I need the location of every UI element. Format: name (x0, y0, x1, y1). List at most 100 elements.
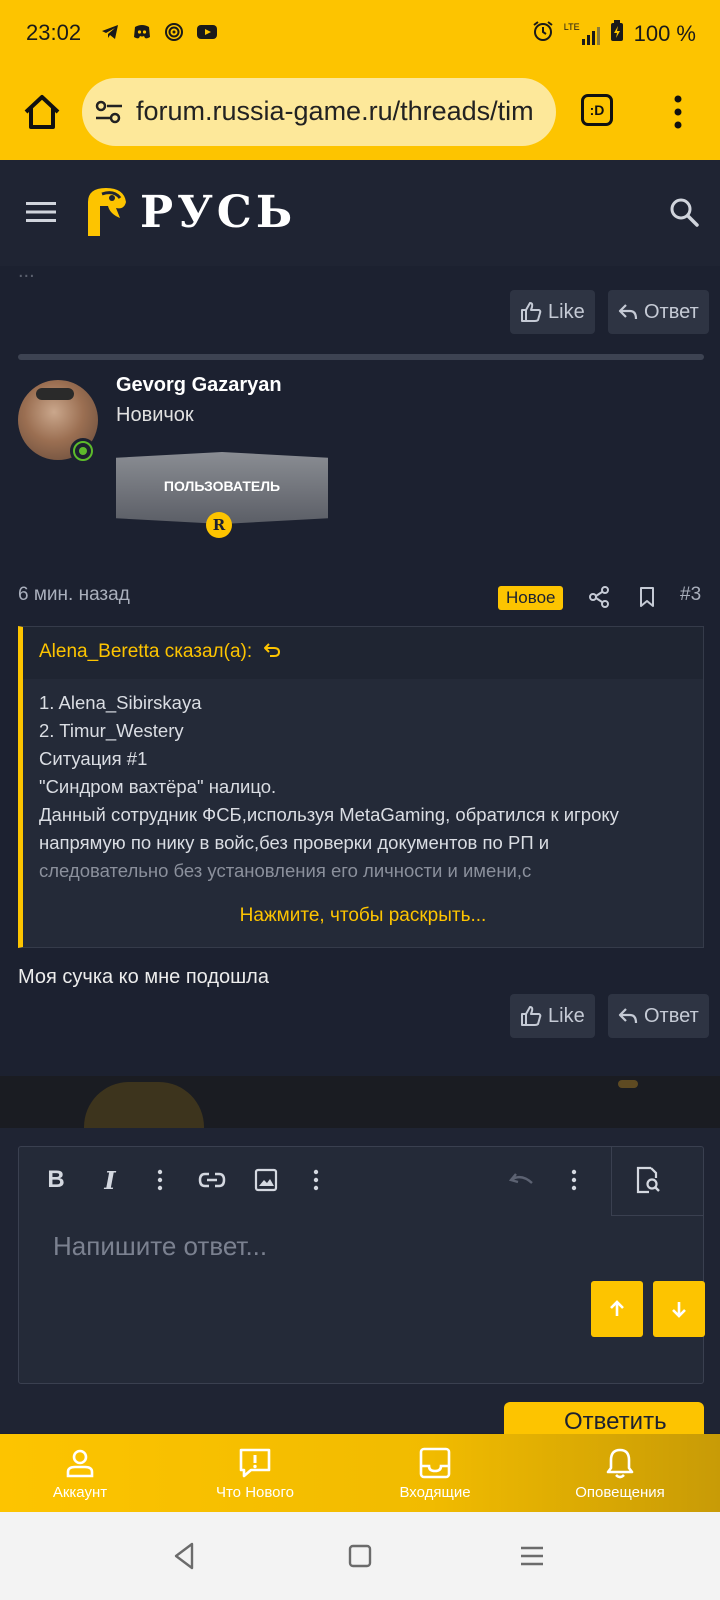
reply-editor: B I Напишите ответ... (18, 1146, 705, 1384)
arrow-down-icon (672, 1302, 686, 1318)
background-logo (84, 1082, 204, 1128)
banner-emblem-icon: R (206, 512, 232, 538)
nav-label: Оповещения (575, 1484, 665, 1501)
status-time: 23:02 (26, 20, 82, 45)
image-icon[interactable] (251, 1165, 281, 1195)
reply-input[interactable]: Напишите ответ... (53, 1231, 267, 1262)
like-button[interactable]: Like (510, 994, 595, 1038)
share-icon[interactable] (588, 586, 610, 608)
new-badge: Новое (498, 586, 564, 610)
nav-whats-new[interactable]: Что Нового (200, 1434, 310, 1512)
page-background (0, 1076, 720, 1128)
thumbs-up-icon (521, 302, 542, 322)
italic-icon[interactable]: I (95, 1165, 125, 1195)
link-icon[interactable] (197, 1165, 227, 1195)
nav-label: Что Нового (215, 1484, 294, 1501)
post-divider (18, 354, 704, 360)
quote-line: "Синдром вахтёра" налицо. (39, 776, 277, 797)
quote-line: 2. Timur_Westery (39, 720, 184, 741)
address-bar[interactable]: forum.russia-game.ru/threads/tim (82, 78, 556, 146)
quote-block: Alena_Beretta сказал(а): 1. Alena_Sibirs… (18, 626, 704, 948)
user-title: Новичок (116, 404, 194, 426)
toolbar-separator (611, 1147, 612, 1215)
signal-icon: LTE (564, 23, 600, 45)
reply-label: Ответ (644, 300, 699, 323)
nav-account[interactable]: Аккаунт (40, 1434, 120, 1512)
quote-line: следовательно без установления его лично… (39, 860, 532, 881)
quick-reply: B I Напишите ответ... Ответить (0, 1128, 720, 1442)
thumbs-up-icon (521, 1006, 542, 1026)
post-author[interactable]: Gevorg Gazaryan (116, 374, 282, 397)
home-nav-icon[interactable] (342, 1538, 378, 1574)
bold-icon[interactable]: B (41, 1165, 71, 1195)
online-status-icon (70, 438, 96, 464)
quote-attribution[interactable]: Alena_Beretta сказал(а): (39, 641, 281, 663)
quote-text: 1. Alena_Sibirskaya 2. Timur_Westery Сит… (39, 689, 689, 899)
site-header: РУСЬ (0, 160, 720, 266)
url-text[interactable]: forum.russia-game.ru/threads/tim (136, 96, 546, 127)
like-label: Like (548, 1004, 585, 1027)
search-icon[interactable] (668, 196, 700, 228)
arrow-up-icon (610, 1300, 624, 1316)
reply-button[interactable]: Ответ (608, 290, 709, 334)
discord-icon (132, 22, 152, 42)
quote-header[interactable]: Alena_Beretta сказал(а): (23, 627, 703, 679)
menu-icon[interactable] (26, 200, 56, 224)
back-icon[interactable] (166, 1538, 202, 1574)
quote-line: Данный сотрудник ФСБ,используя MetaGamin… (39, 804, 619, 853)
quote-line: Ситуация #1 (39, 748, 148, 769)
nav-alerts[interactable]: Оповещения (565, 1434, 675, 1512)
quote-author[interactable]: Alena_Beretta сказал(а): (39, 641, 252, 662)
nav-inbox[interactable]: Входящие (385, 1434, 485, 1512)
home-icon[interactable] (20, 90, 64, 134)
post-body: Моя сучка ко мне подошла (18, 966, 269, 988)
like-button[interactable]: Like (510, 290, 595, 334)
notification-icons (100, 22, 217, 42)
logo-text: РУСЬ (140, 186, 297, 238)
battery-icon (610, 20, 624, 48)
nav-label: Аккаунт (52, 1484, 108, 1501)
youtube-icon (196, 22, 217, 42)
jump-to-quote-icon[interactable] (263, 641, 281, 659)
whats-new-icon (239, 1448, 271, 1478)
thread-posts: ... Like Ответ Gevorg Gazaryan Новичок П… (0, 260, 720, 1076)
browser-toolbar: forum.russia-game.ru/threads/tim :D (0, 70, 720, 160)
user-icon (66, 1449, 94, 1478)
site-settings-icon[interactable] (94, 98, 124, 131)
scroll-up-button[interactable] (591, 1281, 643, 1337)
nav-label: Входящие (399, 1484, 471, 1501)
recents-icon[interactable] (514, 1538, 550, 1574)
network-label: LTE (563, 22, 580, 32)
reply-icon (618, 304, 638, 320)
tabs-button[interactable]: :D (581, 94, 613, 126)
quote-line: 1. Alena_Sibirskaya (39, 692, 202, 713)
previous-post-text: ... (18, 260, 35, 282)
more-vert-icon[interactable] (301, 1165, 331, 1195)
more-vert-icon[interactable] (668, 94, 688, 130)
like-label: Like (548, 300, 585, 323)
background-decoration (618, 1080, 638, 1088)
radio-icon (164, 22, 184, 42)
expand-quote-link[interactable]: Нажмите, чтобы раскрыть... (23, 905, 703, 927)
preview-icon[interactable] (633, 1165, 663, 1195)
logo-emblem-icon (88, 188, 126, 236)
reply-button[interactable]: Ответ (608, 994, 709, 1038)
bell-icon (606, 1448, 634, 1479)
bookmark-icon[interactable] (636, 586, 658, 608)
alarm-icon (532, 20, 554, 48)
post-number[interactable]: #3 (680, 584, 701, 606)
site-logo[interactable]: РУСЬ (80, 184, 296, 240)
bottom-navigation: Аккаунт Что Нового Входящие Оповещения (0, 1434, 720, 1512)
more-vert-icon[interactable] (559, 1165, 589, 1195)
telegram-icon (100, 22, 120, 42)
battery-percent: 100 % (633, 21, 696, 46)
user-banner-text: ПОЛЬЗОВАТЕЛЬ (163, 478, 281, 494)
status-right: LTE 100 % (532, 20, 696, 48)
undo-icon[interactable] (507, 1165, 537, 1195)
scroll-down-button[interactable] (653, 1281, 705, 1337)
post-timestamp[interactable]: 6 мин. назад (18, 584, 130, 606)
reply-icon (618, 1008, 638, 1024)
reply-label: Ответ (644, 1004, 699, 1027)
toolbar-separator (611, 1215, 703, 1216)
more-vert-icon[interactable] (145, 1165, 175, 1195)
